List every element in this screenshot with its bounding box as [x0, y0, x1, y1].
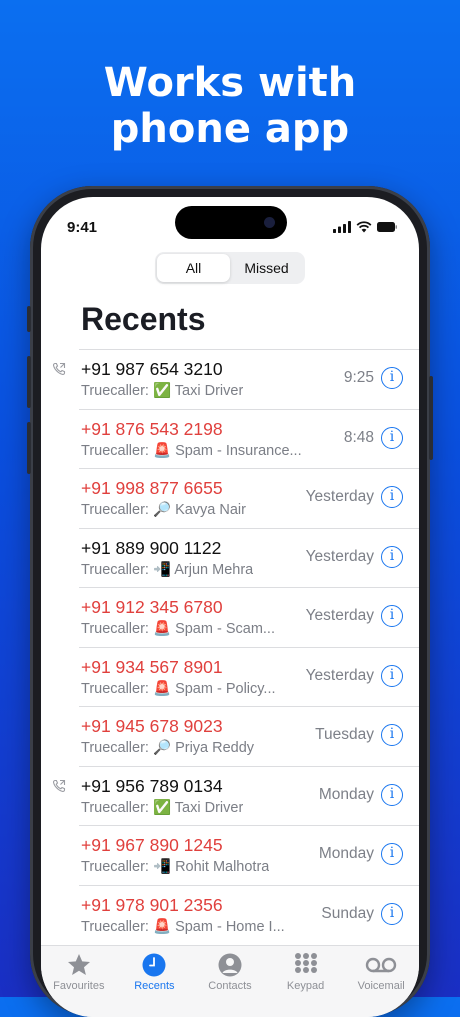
call-time: Tuesday [315, 726, 374, 743]
caller-id-label: Truecaller: 🔎 Priya Reddy [81, 740, 255, 756]
info-icon[interactable]: i [381, 783, 403, 806]
caller-id-label: Truecaller: 🚨 Spam - Policy... [81, 680, 276, 697]
segment-missed[interactable]: Missed [230, 254, 303, 282]
info-icon[interactable]: i [381, 545, 403, 568]
call-time: Monday [318, 845, 374, 862]
call-number: +91 967 890 1245 [81, 835, 223, 855]
call-number: +91 978 901 2356 [81, 894, 223, 915]
call-time: 8:48 [343, 428, 374, 446]
info-icon[interactable]: i [381, 724, 403, 746]
call-number: +91 956 789 0134 [81, 775, 223, 796]
outgoing-call-icon [52, 362, 66, 376]
call-number: +91 945 678 9023 [81, 716, 223, 736]
phone-screen: 9:41 All Missed Recents +91 987 654 3210… [41, 197, 419, 1017]
camera-icon [264, 217, 275, 228]
call-row[interactable]: +91 934 567 8901 Truecaller: 🚨 Spam - Pol… [79, 646, 419, 707]
call-row[interactable]: +91 987 654 3210 Truecaller: ✅ Taxi Drive… [52, 349, 419, 409]
recents-list: +91 987 654 3210 Truecaller: ✅ Taxi Drive… [41, 349, 419, 944]
call-row[interactable]: +91 945 678 9023 Truecaller: 🔎 Priya Redd… [79, 706, 419, 766]
tab-voicemail[interactable]: Voicemail [343, 946, 419, 1017]
tab-favourites[interactable]: Favourites [41, 946, 117, 1017]
call-number: +91 876 543 2198 [81, 418, 223, 439]
caller-id-label: Truecaller: ✅ Taxi Driver [81, 799, 244, 816]
caller-id-label: Truecaller: 🚨 Spam - Home I... [81, 918, 285, 935]
info-icon[interactable]: i [381, 902, 403, 925]
info-icon[interactable]: i [381, 426, 403, 449]
power-button [429, 376, 433, 460]
person-icon [192, 952, 268, 978]
call-row[interactable]: +91 967 890 1245 Truecaller: 📲 Rohit Malh… [79, 825, 419, 885]
status-icons [333, 221, 397, 233]
tab-contacts[interactable]: Contacts [192, 946, 268, 1017]
call-number: +91 934 567 8901 [81, 656, 223, 677]
call-row[interactable]: +91 998 877 6655 Truecaller: 🔎 Kavya Nair… [79, 468, 419, 528]
call-number: +91 912 345 6780 [81, 597, 223, 617]
call-time: Yesterday [305, 607, 374, 624]
wifi-icon [356, 221, 372, 233]
clock-icon [117, 952, 193, 978]
call-time: Monday [318, 785, 374, 803]
tab-label: Voicemail [357, 980, 405, 992]
caller-id-label: Truecaller: ✅ Taxi Driver [81, 383, 244, 399]
caller-id-label: Truecaller: 🚨 Spam - Scam... [81, 621, 275, 637]
call-row[interactable]: +91 956 789 0134 Truecaller: ✅ Taxi Drive… [52, 765, 419, 826]
dynamic-island [175, 206, 287, 239]
voicemail-icon [343, 952, 419, 978]
tab-label: Keypad [286, 980, 325, 992]
info-icon[interactable]: i [381, 664, 403, 687]
caller-id-label: Truecaller: 🔎 Kavya Nair [81, 502, 246, 518]
tab-label: Contacts [208, 980, 252, 992]
headline: Works with phone app [0, 60, 460, 152]
call-time: 9:25 [343, 369, 374, 386]
page-title: Recents [81, 301, 206, 337]
keypad-icon [268, 952, 344, 978]
call-row[interactable]: +91 978 901 2356 Truecaller: 🚨 Spam - Hom… [79, 884, 419, 945]
phone-frame: 9:41 All Missed Recents +91 987 654 3210… [27, 186, 433, 1017]
signal-icon [333, 221, 351, 233]
headline-line-1: Works with [103, 60, 357, 106]
info-icon[interactable]: i [381, 843, 403, 865]
call-time: Sunday [321, 904, 374, 922]
call-time: Yesterday [305, 547, 374, 565]
volume-up-button [27, 356, 31, 408]
battery-icon [377, 222, 397, 232]
tab-recents[interactable]: Recents [117, 946, 193, 1017]
call-number: +91 889 900 1122 [81, 537, 222, 558]
call-row[interactable]: +91 912 345 6780 Truecaller: 🚨 Spam - Sca… [79, 587, 419, 647]
headline-line-2: phone app [110, 106, 350, 152]
star-icon [41, 952, 117, 978]
call-number: +91 998 877 6655 [81, 478, 223, 498]
call-time: Yesterday [305, 666, 374, 684]
segment-all[interactable]: All [157, 254, 230, 282]
call-row[interactable]: +91 876 543 2198 Truecaller: 🚨 Spam - Ins… [79, 408, 419, 469]
outgoing-call-icon [52, 779, 66, 792]
tab-label: Recents [134, 980, 175, 992]
info-icon[interactable]: i [381, 367, 403, 389]
caller-id-label: Truecaller: 📲 Arjun Mehra [81, 561, 254, 578]
caller-id-label: Truecaller: 🚨 Spam - Insurance... [81, 442, 302, 459]
tab-label: Favourites [53, 980, 105, 992]
status-time: 9:41 [67, 219, 98, 236]
volume-down-button [27, 422, 31, 474]
segmented-control: All Missed [155, 252, 305, 284]
info-icon[interactable]: i [381, 605, 403, 627]
info-icon[interactable]: i [381, 486, 403, 508]
call-number: +91 987 654 3210 [81, 359, 223, 379]
caller-id-label: Truecaller: 📲 Rohit Malhotra [81, 859, 270, 875]
silent-switch [27, 306, 31, 332]
tab-keypad[interactable]: Keypad [268, 946, 344, 1017]
tab-bar: Favourites Recents Contacts Keypad Voicemail [41, 945, 419, 1017]
call-row[interactable]: +91 889 900 1122 Truecaller: 📲 Arjun Mehr… [79, 527, 419, 588]
call-time: Yesterday [305, 488, 374, 505]
